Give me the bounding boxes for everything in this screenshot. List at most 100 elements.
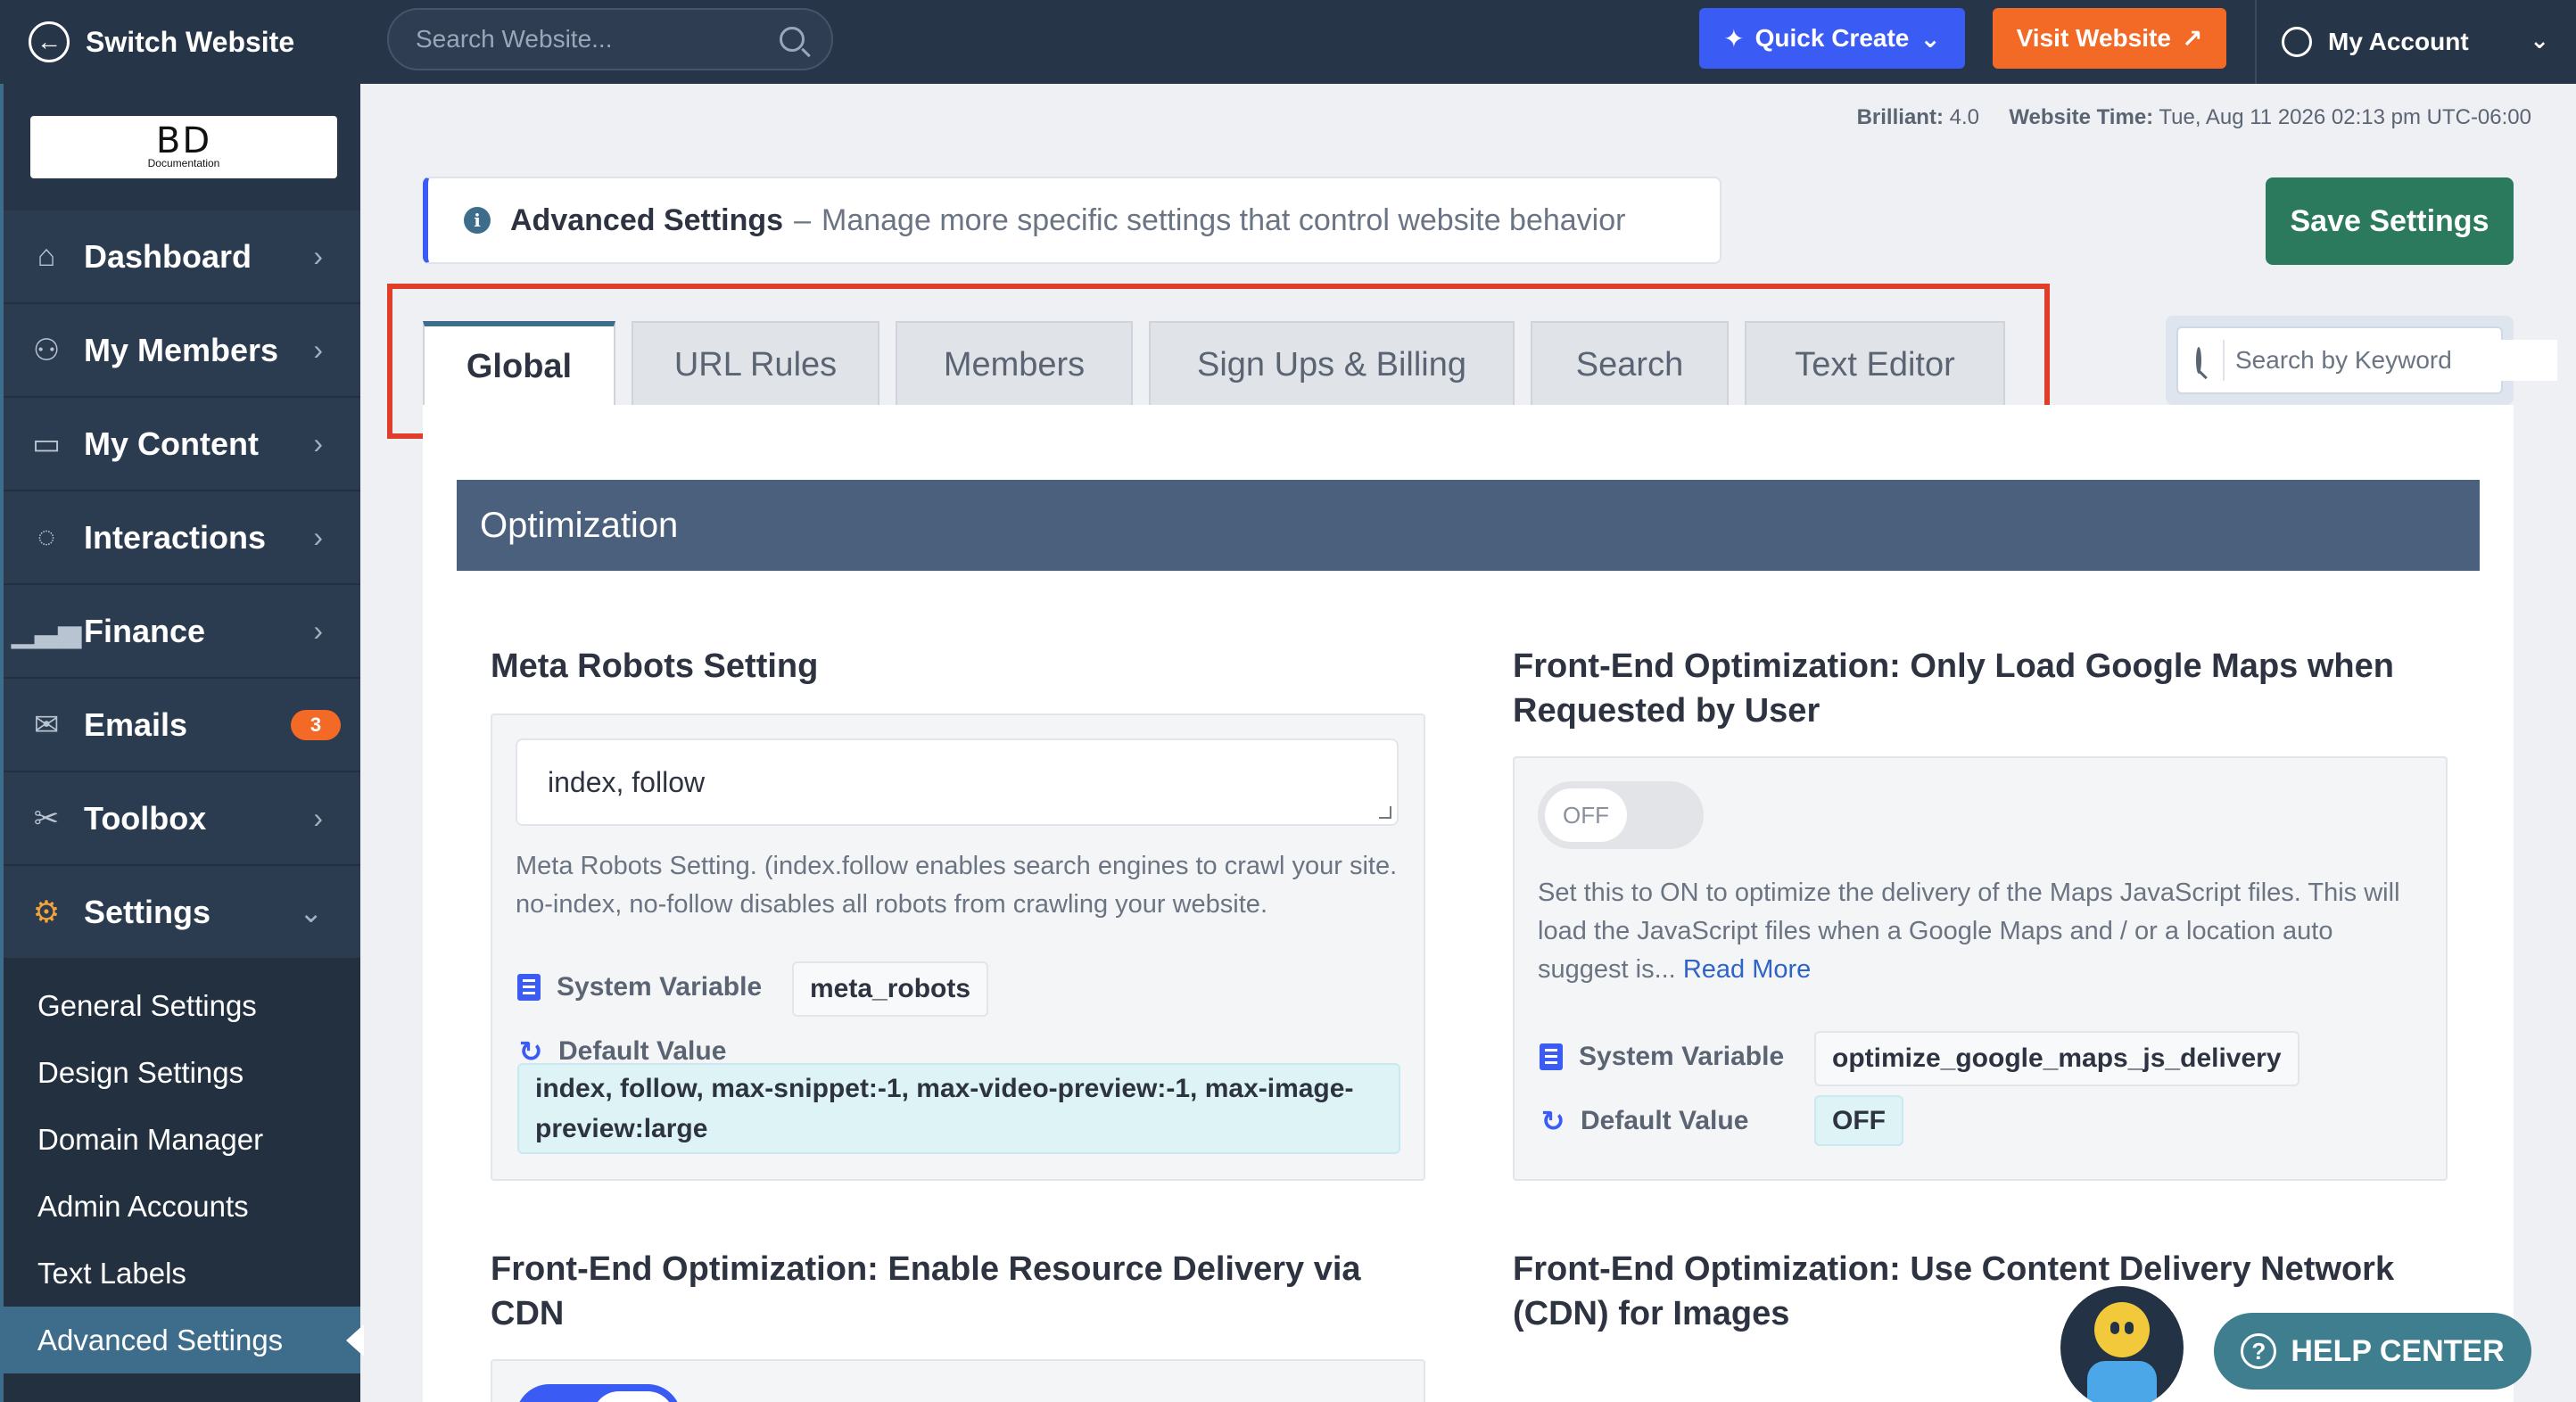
- sidebar-item-my-members[interactable]: ⚇ My Members ›: [4, 304, 360, 398]
- user-icon: [2282, 27, 2312, 57]
- website-search: [387, 8, 833, 70]
- keyword-search: [2166, 316, 2557, 405]
- page-header: i Advanced Settings – Manage more specif…: [423, 177, 1721, 264]
- chevron-right-icon: ›: [313, 334, 323, 366]
- google-maps-default-value: OFF: [1814, 1095, 1903, 1146]
- page-description: Manage more specific settings that contr…: [822, 202, 1626, 237]
- cdn-toggle[interactable]: [516, 1384, 681, 1402]
- website-search-input[interactable]: [416, 25, 780, 54]
- settings-submenu: General Settings Design Settings Domain …: [4, 960, 364, 1402]
- sidebar-item-emails[interactable]: ✉ Emails 3: [4, 679, 360, 772]
- bot-eye: [2110, 1322, 2119, 1334]
- submenu-domain-manager[interactable]: Domain Manager: [4, 1106, 360, 1173]
- read-more-link[interactable]: Read More: [1683, 955, 1811, 984]
- bot-eye: [2125, 1322, 2134, 1334]
- submenu-general-settings[interactable]: General Settings: [4, 972, 360, 1039]
- bot-head: [2094, 1302, 2150, 1357]
- meta-robots-help: Meta Robots Setting. (index.follow enabl…: [516, 852, 1398, 919]
- submenu-advanced-settings[interactable]: Advanced Settings: [4, 1307, 364, 1373]
- sidebar-item-label: Settings: [84, 893, 211, 930]
- meta-robots-card: index, follow Meta Robots Setting. (inde…: [491, 713, 1425, 1181]
- chat-icon: ◌: [37, 520, 56, 554]
- submenu-admin-accounts[interactable]: Admin Accounts: [4, 1173, 360, 1240]
- sidebar-item-settings[interactable]: ⚙ Settings ⌄: [4, 866, 360, 960]
- clipboard-icon: [1540, 1043, 1563, 1070]
- keyword-search-input[interactable]: [2223, 340, 2557, 381]
- quick-create-button[interactable]: ✦ Quick Create ⌄: [1699, 8, 1965, 69]
- top-bar: ← Switch Website ✦ Quick Create ⌄ Visit …: [0, 0, 2576, 84]
- title-separator: –: [794, 202, 811, 237]
- logo-main-text: BD: [155, 120, 212, 161]
- sidebar-item-label: Dashboard: [84, 237, 252, 275]
- meta-robots-input[interactable]: index, follow: [516, 738, 1399, 826]
- cdn-card: [491, 1359, 1425, 1402]
- google-maps-help: Set this to ON to optimize the delivery …: [1538, 874, 2430, 989]
- chevron-right-icon: ›: [313, 614, 323, 647]
- default-value-text: Default Value: [558, 1036, 727, 1066]
- default-value-label: ↻ Default Value: [517, 1035, 727, 1068]
- google-maps-title: Front-End Optimization: Only Load Google…: [1513, 647, 2394, 730]
- meta-robots-default-value: index, follow, max-snippet:-1, max-video…: [517, 1063, 1400, 1154]
- switch-website-label: Switch Website: [86, 25, 295, 58]
- sidebar-item-finance[interactable]: ▁▃▅ Finance ›: [4, 585, 360, 679]
- toggle-knob: [592, 1391, 674, 1402]
- site-logo[interactable]: BD Documentation: [30, 116, 337, 178]
- gear-icon: ⚙: [32, 895, 61, 929]
- refresh-icon[interactable]: ↻: [517, 1035, 544, 1068]
- bot-body: [2087, 1361, 2157, 1402]
- my-account-menu[interactable]: My Account ⌄: [2255, 0, 2576, 84]
- cdn-title: Front-End Optimization: Enable Resource …: [491, 1250, 1361, 1332]
- version-time-info: Brilliant: 4.0 Website Time: Tue, Aug 11…: [1857, 105, 2531, 130]
- google-maps-card: OFF Set this to ON to optimize the deliv…: [1513, 756, 2448, 1181]
- system-variable-label: System Variable: [517, 972, 762, 1002]
- clipboard-icon: [517, 974, 541, 1001]
- sidebar-item-my-content[interactable]: ▭ My Content ›: [4, 398, 360, 491]
- my-account-label: My Account: [2328, 28, 2469, 55]
- refresh-icon[interactable]: ↻: [1540, 1104, 1566, 1138]
- google-maps-variable[interactable]: optimize_google_maps_js_delivery: [1814, 1031, 2299, 1086]
- search-icon[interactable]: [780, 27, 805, 52]
- keyword-search-box: [2176, 326, 2557, 394]
- resize-handle-icon[interactable]: [1379, 806, 1391, 819]
- assistant-bot-icon[interactable]: [2060, 1286, 2184, 1402]
- switch-website-button[interactable]: ← Switch Website: [0, 0, 360, 84]
- envelope-icon: ✉: [33, 707, 60, 742]
- chevron-down-icon: ⌄: [299, 895, 323, 928]
- visit-website-button[interactable]: Visit Website ↗: [1993, 8, 2226, 69]
- chevron-right-icon: ›: [313, 427, 323, 459]
- sidebar-nav: ⌂ Dashboard › ⚇ My Members › ▭ My Conten…: [4, 210, 364, 1402]
- brilliant-version: 4.0: [1949, 105, 1979, 129]
- system-variable-text: System Variable: [557, 972, 763, 1002]
- bar-chart-icon: ▁▃▅: [11, 614, 82, 648]
- sidebar: BD Documentation ⌂ Dashboard › ⚇ My Memb…: [0, 84, 364, 1402]
- back-arrow-icon: ←: [29, 21, 70, 62]
- toggle-knob: OFF: [1545, 788, 1627, 842]
- system-variable-label: System Variable: [1540, 1042, 1784, 1072]
- save-settings-button[interactable]: Save Settings: [2266, 177, 2514, 265]
- sidebar-item-label: Finance: [84, 612, 206, 649]
- sidebar-item-label: Toolbox: [84, 799, 207, 837]
- help-center-button[interactable]: ? HELP CENTER: [2214, 1313, 2531, 1390]
- section-header: Optimization: [457, 480, 2480, 571]
- submenu-text-labels[interactable]: Text Labels: [4, 1240, 360, 1307]
- submenu-design-settings[interactable]: Design Settings: [4, 1039, 360, 1106]
- sidebar-item-label: My Content: [84, 425, 259, 462]
- google-maps-help-text: Set this to ON to optimize the delivery …: [1538, 878, 2400, 984]
- meta-robots-title: Meta Robots Setting: [491, 647, 819, 685]
- visit-website-label: Visit Website: [2016, 24, 2171, 52]
- meta-robots-value: index, follow: [548, 765, 706, 798]
- logo-sub-text: Documentation: [147, 157, 220, 169]
- chevron-right-icon: ›: [313, 521, 323, 553]
- brilliant-label: Brilliant:: [1856, 105, 1944, 129]
- website-time-label: Website Time:: [2009, 105, 2154, 129]
- chevron-right-icon: ›: [313, 802, 323, 834]
- website-time-value: Tue, Aug 11 2026 02:13 pm UTC-06:00: [2159, 105, 2531, 129]
- sidebar-item-dashboard[interactable]: ⌂ Dashboard ›: [4, 210, 360, 304]
- meta-robots-variable[interactable]: meta_robots: [792, 961, 989, 1017]
- sidebar-item-interactions[interactable]: ◌ Interactions ›: [4, 491, 360, 585]
- sidebar-item-toolbox[interactable]: ✂ Toolbox ›: [4, 772, 360, 866]
- email-count-badge: 3: [291, 710, 341, 740]
- chevron-down-icon: ⌄: [2530, 27, 2549, 54]
- google-maps-toggle[interactable]: OFF: [1538, 781, 1704, 849]
- search-icon: [2196, 347, 2201, 374]
